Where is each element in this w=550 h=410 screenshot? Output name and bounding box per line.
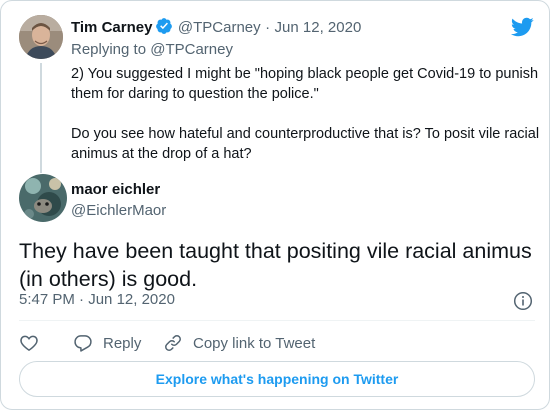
copy-link-label: Copy link to Tweet	[193, 334, 316, 352]
copy-link-button[interactable]: Copy link to Tweet	[163, 333, 315, 353]
replying-to-line: Replying to @TPCarney	[71, 41, 233, 58]
main-author-handle[interactable]: @EichlerMaor	[71, 202, 166, 219]
heart-icon	[19, 333, 39, 353]
parent-tweet-date[interactable]: Jun 12, 2020	[275, 19, 362, 36]
replying-to-handle[interactable]: @TPCarney	[150, 41, 233, 58]
tweet-actions: Reply Copy link to Tweet	[19, 332, 315, 354]
parent-tweet-paragraph: Do you see how hateful and counterproduc…	[71, 126, 540, 162]
parent-author-avatar[interactable]	[19, 15, 63, 59]
main-tweet-date[interactable]: Jun 12, 2020	[88, 291, 175, 308]
link-icon	[163, 333, 183, 353]
main-author-name[interactable]: maor eichler	[71, 181, 160, 198]
twitter-bird-icon[interactable]	[510, 15, 534, 39]
main-tweet-meta: 5:47 PM · Jun 12, 2020	[19, 291, 175, 308]
reply-button[interactable]: Reply	[73, 333, 163, 353]
info-icon[interactable]	[513, 291, 533, 311]
replying-to-prefix: Replying to	[71, 41, 151, 58]
meta-separator: ·	[265, 19, 271, 36]
main-tweet-time[interactable]: 5:47 PM	[19, 291, 75, 308]
parent-author-line: Tim Carney @TPCarney · Jun 12, 2020	[71, 17, 361, 37]
explore-twitter-button[interactable]: Explore what's happening on Twitter	[19, 361, 535, 397]
divider	[19, 320, 535, 321]
verified-badge-icon	[155, 17, 173, 35]
parent-tweet-text: 2) You suggested I might be "hoping blac…	[71, 64, 541, 184]
meta-separator: ·	[79, 291, 85, 308]
parent-author-name[interactable]: Tim Carney	[71, 19, 152, 36]
thread-connector-line	[40, 63, 42, 173]
reply-label: Reply	[103, 334, 142, 352]
tweet-embed-card: Tim Carney @TPCarney · Jun 12, 2020 Repl…	[0, 0, 550, 410]
parent-author-handle[interactable]: @TPCarney	[178, 19, 261, 36]
reply-bubble-icon	[73, 333, 93, 353]
parent-tweet-paragraph: 2) You suggested I might be "hoping blac…	[71, 66, 539, 102]
main-author-avatar[interactable]	[19, 174, 67, 222]
main-tweet-text: They have been taught that positing vile…	[19, 239, 532, 291]
like-button[interactable]	[19, 333, 73, 353]
